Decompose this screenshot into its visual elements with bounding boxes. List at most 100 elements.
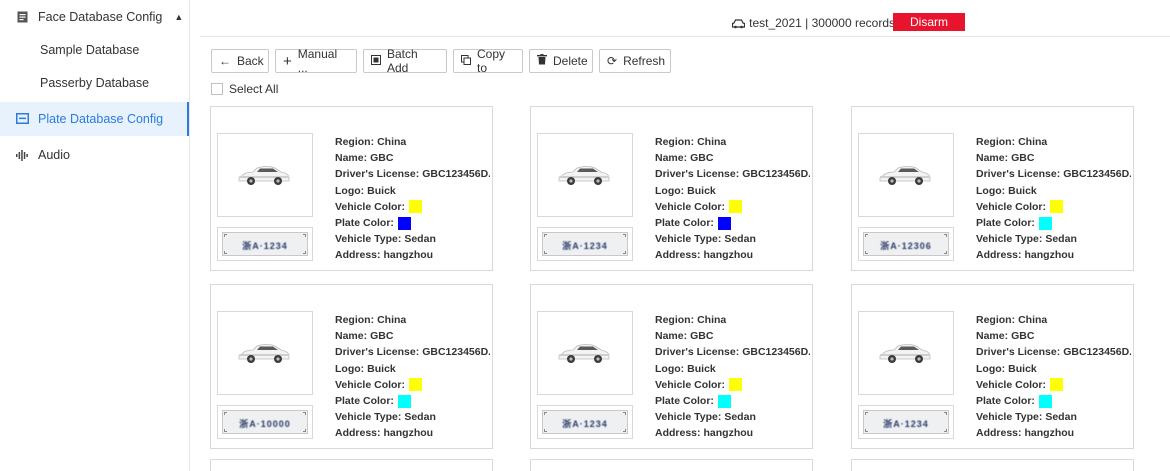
sidebar-group-face-database[interactable]: Face Database Config ▲ (0, 0, 189, 34)
plate-image: 浙A·1234 (858, 405, 954, 439)
sidebar-item-plate-database[interactable]: Plate Database Config (0, 102, 189, 136)
info-license: Driver's License: GBC123456D... (335, 344, 490, 360)
info-logo: Logo: Buick (655, 361, 810, 377)
info-label: Plate Color: (976, 216, 1035, 229)
app-root: Face Database Config ▲ Sample Database P… (0, 0, 1170, 471)
vehicle-thumbnail (537, 133, 633, 217)
info-value: GBC123456D... (742, 168, 810, 181)
info-logo: Logo: Buick (335, 183, 490, 199)
info-name: Name: GBC (976, 328, 1131, 344)
info-plate-color: Plate Color: (335, 393, 490, 409)
plate-frame: 浙A·12306 (863, 232, 949, 256)
info-label: Plate Color: (335, 394, 394, 407)
info-value: hangzhou (1024, 249, 1075, 262)
button-label: Manual ... (297, 47, 338, 75)
info-value: Sedan (404, 411, 436, 424)
manual-add-button[interactable]: + Manual ... (275, 47, 357, 75)
plate-number: 浙A·1234 (562, 419, 608, 429)
info-label: Vehicle Type: (335, 411, 402, 424)
info-label: Region: (976, 314, 1016, 326)
plate-card[interactable]: 浙A·1234 Region: China Name: GBC Driver's Lice… (210, 106, 493, 271)
info-vehicle-type: Vehicle Type: Sedan (335, 231, 490, 247)
arrow-left-icon: ← (219, 54, 231, 68)
color-swatch (397, 394, 411, 408)
info-vehicle-type: Vehicle Type: Sedan (655, 409, 810, 425)
info-label: Address: (976, 249, 1022, 262)
info-label: Driver's License: (655, 168, 740, 181)
plate-number: 浙A·12306 (880, 241, 932, 251)
sidebar-item-passerby-database[interactable]: Passerby Database (0, 67, 189, 100)
info-label: Vehicle Type: (976, 233, 1043, 246)
chevron-up-icon[interactable]: ▲ (174, 12, 183, 22)
info-label: Address: (335, 249, 381, 262)
delete-button[interactable]: Delete (529, 49, 593, 73)
info-value: hangzhou (1024, 427, 1075, 440)
plate-card[interactable]: 浙A·1234 Region: China Name: GBC Driver's Lice… (851, 284, 1134, 449)
info-label: Address: (655, 427, 701, 440)
info-logo: Logo: Buick (976, 183, 1131, 199)
back-button[interactable]: ← Back (211, 49, 269, 73)
plate-card[interactable]: 浙A·1234 Region: China Name: GBC Driver's Lice… (530, 106, 813, 271)
info-label: Vehicle Color: (335, 200, 406, 213)
plate-info: Region: China Name: GBC Driver's License: GBC… (976, 312, 1131, 442)
info-label: Logo: (335, 184, 365, 197)
vehicle-thumbnail (858, 311, 954, 395)
info-label: Name: (655, 330, 688, 343)
plate-info: Region: China Name: GBC Driver's License: GBC… (335, 312, 490, 442)
refresh-button[interactable]: ⟳ Refresh (599, 49, 671, 73)
info-license: Driver's License: GBC123456D... (655, 344, 810, 360)
info-label: Name: (655, 152, 688, 165)
info-vehicle-type: Vehicle Type: Sedan (335, 409, 490, 425)
copy-to-button[interactable]: Copy to (453, 47, 523, 75)
plate-card[interactable]: 浙A·10000 Region: China Name: GBC Driver's Lic… (210, 284, 493, 449)
info-vehicle-type: Vehicle Type: Sedan (655, 231, 810, 247)
disarm-button[interactable]: Disarm (893, 13, 965, 31)
info-label: Region: (655, 314, 695, 326)
plate-card[interactable]: 浙A·12306 Region: China Name: GBC Driver's Lic… (851, 106, 1134, 271)
color-swatch (1050, 200, 1064, 214)
info-license: Driver's License: GBC123456D... (976, 166, 1131, 182)
batch-add-button[interactable]: Batch Add (363, 47, 447, 75)
info-vehicle-color: Vehicle Color: (335, 199, 490, 215)
info-value: GBC (690, 152, 714, 165)
sidebar-item-audio[interactable]: Audio (0, 138, 189, 172)
info-label: Region: (976, 136, 1016, 148)
select-all-checkbox[interactable] (211, 83, 223, 95)
info-value: hangzhou (703, 249, 754, 262)
sidebar-item-sample-database[interactable]: Sample Database (0, 34, 189, 67)
info-label: Vehicle Color: (655, 200, 726, 213)
partial-card (851, 459, 1134, 471)
color-swatch (397, 216, 411, 230)
info-value: Buick (687, 362, 716, 375)
color-swatch (1050, 378, 1064, 392)
plate-card[interactable]: 浙A·1234 Region: China Name: GBC Driver's Lice… (530, 284, 813, 449)
info-region: Region: China (976, 312, 1131, 328)
info-region: Region: China (335, 312, 490, 328)
plate-number: 浙A·10000 (239, 419, 291, 429)
info-label: Plate Color: (335, 216, 394, 229)
info-address: Address: hangzhou (976, 247, 1131, 263)
trash-icon (537, 54, 547, 68)
plate-frame: 浙A·1234 (542, 410, 628, 434)
plate-info: Region: China Name: GBC Driver's License: GBC… (655, 312, 810, 442)
plate-image: 浙A·1234 (217, 227, 313, 261)
info-vehicle-color: Vehicle Color: (655, 199, 810, 215)
info-value: GBC (370, 330, 394, 343)
info-name: Name: GBC (335, 328, 490, 344)
info-label: Name: (976, 330, 1009, 343)
info-value: Buick (1008, 362, 1037, 375)
info-value: China (1018, 136, 1048, 148)
plus-icon: + (283, 52, 292, 70)
sidebar-group-label: Face Database Config (38, 10, 163, 24)
info-label: Plate Color: (655, 394, 714, 407)
copy-icon (461, 54, 471, 68)
info-plate-color: Plate Color: (335, 215, 490, 231)
plate-frame: 浙A·1234 (863, 410, 949, 434)
color-swatch (409, 200, 423, 214)
info-label: Region: (335, 136, 375, 148)
info-label: Logo: (976, 184, 1006, 197)
select-all[interactable]: Select All (211, 82, 278, 96)
info-value: GBC123456D... (1063, 168, 1131, 181)
info-value: Sedan (1045, 233, 1077, 246)
top-bar: test_2021 | 300000 records Disarm (200, 9, 1170, 37)
